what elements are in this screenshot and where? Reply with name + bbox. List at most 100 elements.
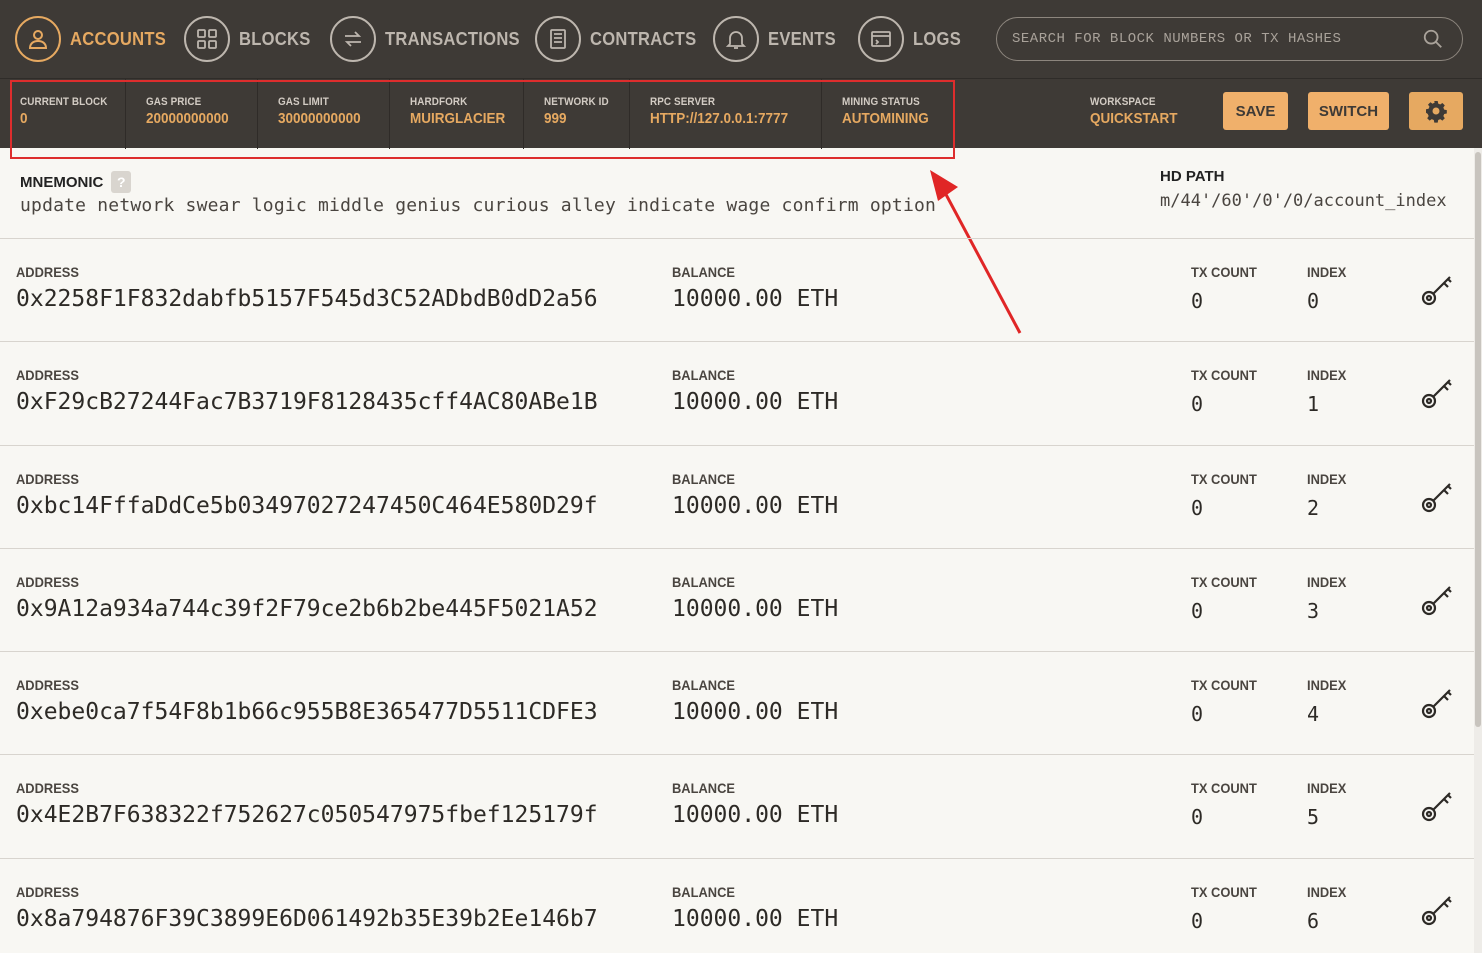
- blocks-icon: [184, 16, 230, 62]
- key-icon[interactable]: [1420, 581, 1456, 617]
- account-index: 2: [1307, 495, 1320, 520]
- balance-label: BALANCE: [672, 264, 735, 280]
- hardfork-label: HARDFORK: [410, 96, 468, 108]
- top-navigation: ACCOUNTS BLOCKS TRANSACTIONS CONTRACTS E…: [0, 0, 1482, 78]
- account-row: ADDRESS 0x4E2B7F638322f752627c050547975f…: [0, 755, 1482, 859]
- index-label: INDEX: [1307, 470, 1347, 487]
- scrollbar-thumb[interactable]: [1475, 152, 1481, 727]
- search-icon[interactable]: [1422, 28, 1444, 50]
- workspace-label: WORKSPACE: [1090, 96, 1156, 108]
- nav-logs-label: LOGS: [913, 28, 962, 49]
- account-address: 0xbc14FffaDdCe5b03497027247450C464E580D2…: [16, 492, 598, 519]
- mining-status-stat: MINING STATUS AUTOMINING: [842, 79, 938, 149]
- key-icon[interactable]: [1420, 684, 1456, 720]
- account-tx-count: 0: [1191, 805, 1204, 830]
- balance-label: BALANCE: [672, 883, 735, 900]
- address-label: ADDRESS: [16, 367, 79, 384]
- rpc-server-label: RPC SERVER: [650, 96, 716, 108]
- nav-contracts[interactable]: CONTRACTS: [535, 0, 706, 78]
- balance-label: BALANCE: [672, 573, 735, 590]
- balance-label: BALANCE: [672, 780, 735, 797]
- search-input[interactable]: [1012, 31, 1412, 47]
- account-tx-count: 0: [1191, 495, 1204, 520]
- mnemonic-heading: MNEMONIC ?: [20, 171, 132, 193]
- contracts-icon: [535, 16, 581, 62]
- accounts-list: ADDRESS 0x2258F1F832dabfb5157F545d3C52AD…: [0, 239, 1482, 953]
- settings-button[interactable]: [1409, 92, 1463, 130]
- divider: [821, 79, 822, 149]
- key-icon[interactable]: [1420, 271, 1456, 307]
- account-balance: 10000.00 ETH: [672, 699, 839, 726]
- account-tx-count: 0: [1191, 908, 1204, 933]
- nav-transactions[interactable]: TRANSACTIONS: [330, 0, 532, 78]
- help-icon[interactable]: ?: [111, 171, 132, 193]
- account-index: 1: [1307, 392, 1320, 417]
- tx-count-label: TX COUNT: [1191, 573, 1257, 590]
- account-row: ADDRESS 0xbc14FffaDdCe5b03497027247450C4…: [0, 446, 1482, 549]
- transactions-icon: [330, 16, 376, 62]
- account-balance: 10000.00 ETH: [672, 492, 839, 519]
- account-balance: 10000.00 ETH: [672, 802, 839, 829]
- current-block-value: 0: [20, 110, 28, 127]
- nav-accounts[interactable]: ACCOUNTS: [15, 0, 174, 78]
- account-index: 6: [1307, 908, 1320, 933]
- save-button[interactable]: SAVE: [1223, 92, 1288, 130]
- gas-price-value: 20000000000: [146, 110, 229, 127]
- hardfork-stat: HARDFORK MUIRGLACIER: [410, 79, 516, 149]
- network-id-stat: NETWORK ID 999: [544, 79, 616, 149]
- account-address: 0x2258F1F832dabfb5157F545d3C52ADbdB0dD2a…: [16, 286, 598, 312]
- rpc-server-value: HTTP://127.0.0.1:7777: [650, 110, 789, 127]
- key-icon[interactable]: [1420, 374, 1456, 410]
- gear-icon: [1426, 101, 1447, 123]
- account-balance: 10000.00 ETH: [672, 905, 839, 932]
- terminal-icon: [858, 16, 904, 62]
- hd-path-label: HD PATH: [1160, 168, 1225, 185]
- address-label: ADDRESS: [16, 470, 79, 487]
- gas-price-label: GAS PRICE: [146, 96, 202, 108]
- current-block-stat: CURRENT BLOCK 0: [20, 79, 117, 149]
- mining-status-label: MINING STATUS: [842, 96, 920, 108]
- key-icon[interactable]: [1420, 787, 1456, 823]
- current-block-label: CURRENT BLOCK: [20, 96, 108, 108]
- account-icon: [15, 16, 61, 62]
- key-icon[interactable]: [1420, 478, 1456, 514]
- balance-label: BALANCE: [672, 470, 735, 487]
- workspace-value: QUICKSTART: [1090, 110, 1178, 127]
- account-row: ADDRESS 0xF29cB27244Fac7B3719F8128435cff…: [0, 342, 1482, 446]
- account-address: 0xebe0ca7f54F8b1b66c955B8E365477D5511CDF…: [16, 699, 598, 726]
- account-address: 0xF29cB27244Fac7B3719F8128435cff4AC80ABe…: [16, 389, 598, 416]
- index-label: INDEX: [1307, 677, 1347, 694]
- address-label: ADDRESS: [16, 264, 79, 280]
- divider: [629, 79, 630, 149]
- mnemonic-words: update network swear logic middle genius…: [20, 195, 937, 216]
- key-icon[interactable]: [1420, 891, 1456, 927]
- index-label: INDEX: [1307, 367, 1347, 384]
- address-label: ADDRESS: [16, 573, 79, 590]
- index-label: INDEX: [1307, 573, 1347, 590]
- search-bar: [996, 17, 1463, 61]
- balance-label: BALANCE: [672, 367, 735, 384]
- nav-accounts-label: ACCOUNTS: [70, 28, 167, 49]
- account-tx-count: 0: [1191, 392, 1204, 417]
- address-label: ADDRESS: [16, 780, 79, 797]
- account-row: ADDRESS 0xebe0ca7f54F8b1b66c955B8E365477…: [0, 652, 1482, 756]
- network-id-label: NETWORK ID: [544, 96, 609, 108]
- nav-blocks[interactable]: BLOCKS: [184, 0, 317, 78]
- account-index: 0: [1307, 289, 1320, 313]
- nav-logs[interactable]: LOGS: [858, 0, 965, 78]
- index-label: INDEX: [1307, 883, 1347, 900]
- tx-count-label: TX COUNT: [1191, 470, 1257, 487]
- divider: [257, 79, 258, 149]
- account-address: 0x8a794876F39C3899E6D061492b35E39b2Ee146…: [16, 905, 598, 932]
- nav-events[interactable]: EVENTS: [713, 0, 842, 78]
- tx-count-label: TX COUNT: [1191, 264, 1257, 280]
- nav-blocks-label: BLOCKS: [239, 28, 311, 49]
- tx-count-label: TX COUNT: [1191, 780, 1257, 797]
- address-label: ADDRESS: [16, 883, 79, 900]
- hardfork-value: MUIRGLACIER: [410, 110, 506, 127]
- balance-label: BALANCE: [672, 677, 735, 694]
- switch-button[interactable]: SWITCH: [1308, 92, 1389, 130]
- account-tx-count: 0: [1191, 598, 1204, 623]
- tx-count-label: TX COUNT: [1191, 883, 1257, 900]
- divider: [125, 79, 126, 149]
